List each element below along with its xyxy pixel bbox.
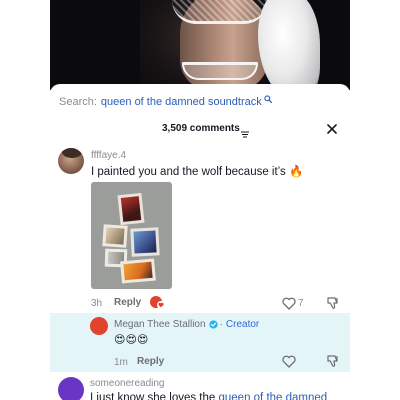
heart-outline-icon[interactable] [282, 297, 296, 310]
comment-text: I painted you and the wolf because it’s … [91, 166, 304, 178]
painting-thumbnail [117, 192, 145, 226]
comment-text: I just know she loves the queen of the d… [90, 392, 327, 400]
comment-photo[interactable] [91, 182, 172, 289]
comment-time: 3h [91, 298, 103, 309]
painting-art [120, 196, 142, 222]
painting-art [133, 230, 157, 254]
reply-username-row: Megan Thee Stallion · Creator [114, 319, 259, 330]
close-icon[interactable] [325, 122, 339, 136]
avatar-hair [62, 148, 82, 158]
comment-text-prefix: I just know she loves the [90, 392, 219, 400]
reply-time: 1m [114, 357, 128, 368]
painting-art [123, 261, 153, 281]
thumbs-down-icon[interactable] [326, 354, 340, 368]
avatar[interactable] [58, 148, 84, 174]
comments-count: 3,509 comments [162, 123, 240, 134]
video-preview[interactable] [50, 0, 350, 90]
comment-username[interactable]: ffffaye.4 [91, 150, 126, 161]
thumbs-down-icon[interactable] [326, 296, 340, 310]
creator-tag: Creator [225, 319, 260, 330]
reply-text: 😍😍😍 [114, 334, 149, 346]
painting-thumbnail [120, 258, 156, 284]
painting-art [105, 227, 125, 245]
phone-screen: Search: queen of the damned soundtrack 3… [50, 0, 350, 400]
comments-header: 3,509 comments [50, 120, 350, 138]
creator-separator: · [219, 319, 223, 330]
video-figure-top [172, 0, 268, 24]
search-link[interactable]: queen of the damned [218, 392, 327, 400]
like-count: 7 [298, 298, 304, 309]
search-prefix: Search: [59, 96, 97, 108]
painting-thumbnail [102, 224, 128, 248]
creator-reply: Megan Thee Stallion · Creator 😍😍😍 1m Rep… [50, 313, 350, 372]
video-fur-wrap [258, 0, 320, 90]
creator-liked-badge-icon [150, 295, 165, 310]
verified-badge-icon [208, 320, 218, 329]
reply-username[interactable]: Megan Thee Stallion [114, 319, 206, 330]
heart-mini-icon [157, 301, 165, 309]
comments-sheet: Search: queen of the damned soundtrack 3… [50, 84, 350, 400]
search-query-link[interactable]: queen of the damned soundtrack [101, 96, 262, 108]
comment-username[interactable]: someonereading [90, 378, 165, 389]
avatar[interactable] [58, 377, 84, 400]
search-suggestion[interactable]: Search: queen of the damned soundtrack [59, 94, 272, 110]
video-figure-bottom [182, 62, 258, 80]
avatar[interactable] [90, 317, 108, 335]
search-icon [264, 95, 272, 103]
sort-icon[interactable] [241, 125, 249, 138]
heart-outline-icon[interactable] [282, 355, 296, 368]
reply-button[interactable]: Reply [114, 297, 141, 308]
reply-button[interactable]: Reply [137, 356, 164, 367]
painting-thumbnail [130, 227, 160, 257]
